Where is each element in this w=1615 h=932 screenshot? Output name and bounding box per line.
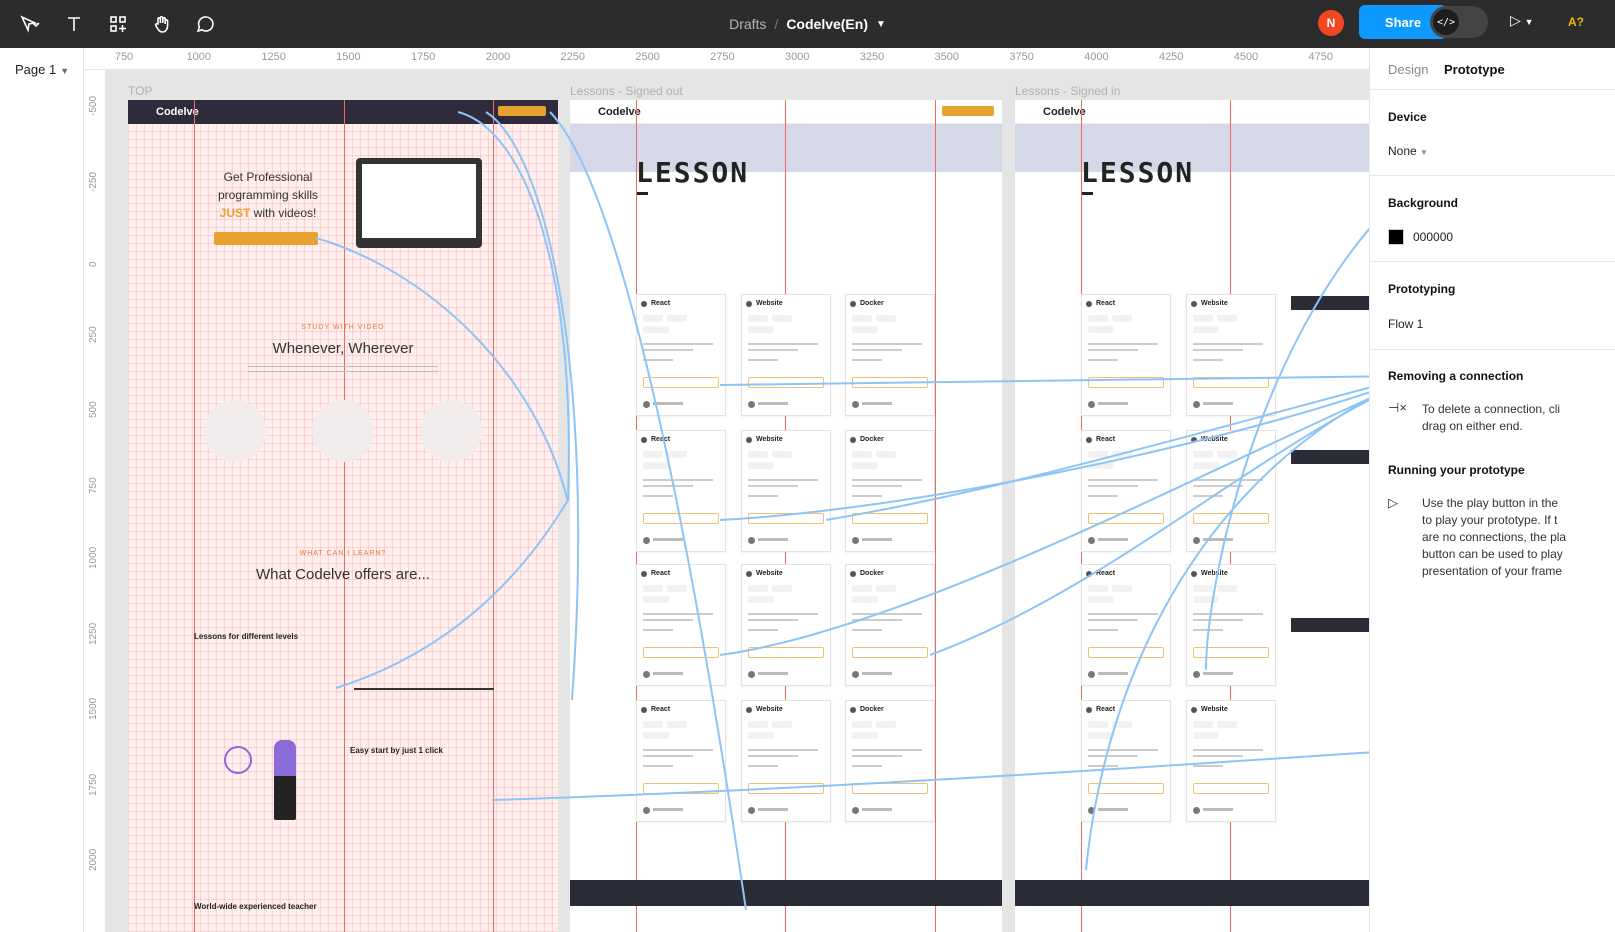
flow-item[interactable]: Flow 1 — [1388, 317, 1423, 331]
chevron-down-icon[interactable]: ▼ — [876, 19, 886, 30]
chevron-down-icon: ▼ — [1420, 148, 1428, 157]
breadcrumb-drafts[interactable]: Drafts — [729, 16, 766, 32]
ruler-tick: 1500 — [88, 697, 99, 720]
ruler-tick: 250 — [88, 325, 99, 343]
vertical-ruler: -500 -250 0 250 500 750 1000 1250 1500 1750 2000 — [84, 70, 106, 932]
background-title: Background — [1388, 196, 1459, 210]
running-text: Use the play button in the to play your … — [1422, 496, 1567, 578]
play-icon: ▷ — [1388, 495, 1398, 510]
background-swatch[interactable] — [1388, 229, 1404, 245]
ruler-tick: 2000 — [485, 51, 511, 63]
accessibility-icon[interactable]: A? — [1568, 15, 1584, 29]
prototyping-section: Prototyping Flow 1 — [1370, 262, 1615, 350]
ruler-tick: 2750 — [710, 51, 735, 63]
ruler-tick: 500 — [88, 401, 99, 418]
ruler-tick: 3750 — [1009, 51, 1034, 63]
removing-title: Removing a connection — [1388, 369, 1524, 383]
left-panel: Page 1 ▼ — [0, 48, 84, 932]
ruler-tick: 1750 — [88, 773, 99, 796]
chevron-down-icon: ▼ — [60, 66, 70, 76]
ruler-tick: 3500 — [934, 51, 960, 63]
page-label: Page 1 — [15, 62, 57, 77]
ruler-tick: 4750 — [1308, 51, 1334, 63]
ruler-tick: 750 — [114, 51, 134, 63]
comment-tool-icon[interactable] — [184, 0, 228, 48]
ruler-tick: 1500 — [336, 51, 361, 63]
horizontal-ruler: 750 1000 1250 1500 1750 2000 2250 2500 2750 3000 3… — [84, 48, 1410, 70]
ruler-tick: -500 — [88, 95, 99, 116]
ruler-tick: 4250 — [1158, 51, 1184, 63]
ruler-tick: 1000 — [186, 51, 212, 63]
ruler-tick: 0 — [88, 261, 99, 267]
present-play-icon[interactable]: ▷ ▼ — [1510, 12, 1534, 29]
ruler-tick: 1000 — [88, 546, 99, 569]
background-hex-input[interactable]: 000000 — [1413, 230, 1453, 244]
move-tool-icon[interactable] — [8, 0, 52, 48]
dev-mode-toggle[interactable]: </> — [1430, 6, 1488, 38]
components-tool-icon[interactable] — [96, 0, 140, 48]
code-icon: </> — [1433, 9, 1459, 35]
ruler-tick: 2250 — [560, 51, 586, 63]
ruler-tick: 3250 — [859, 51, 885, 63]
ruler-tick: 2500 — [635, 51, 660, 63]
device-title: Device — [1388, 110, 1427, 124]
top-toolbar: Drafts / Codelve(En) ▼ N Share </> ▷ ▼ A… — [0, 0, 1615, 48]
canvas[interactable]: TOP Codelve Get Professional programming… — [106, 70, 1410, 932]
page-selector[interactable]: Page 1 ▼ — [15, 62, 69, 77]
prototype-connections — [315, 111, 1407, 911]
ruler-tick: 1250 — [261, 51, 286, 63]
disconnect-icon: ⊣× — [1388, 400, 1407, 415]
ruler-tick: 4000 — [1084, 51, 1109, 63]
ruler-tick: 3000 — [784, 51, 810, 63]
ruler-tick: 2000 — [88, 848, 99, 871]
ruler-tick: 1750 — [410, 51, 436, 63]
tab-prototype[interactable]: Prototype — [1444, 62, 1505, 77]
breadcrumb-separator: / — [774, 16, 779, 32]
running-title: Running your prototype — [1388, 463, 1525, 477]
right-panel: Design Prototype Device None ▼ Backgroun… — [1369, 48, 1615, 932]
ruler-tick: -250 — [88, 171, 99, 192]
text-tool-icon[interactable] — [52, 0, 96, 48]
device-select[interactable]: None ▼ — [1388, 144, 1428, 158]
prototyping-title: Prototyping — [1388, 282, 1456, 296]
hand-tool-icon[interactable] — [140, 0, 184, 48]
panel-tabs: Design Prototype — [1370, 48, 1615, 90]
file-name[interactable]: Codelve(En) — [786, 16, 868, 32]
tab-design[interactable]: Design — [1388, 62, 1428, 77]
ruler-tick: 4500 — [1233, 51, 1259, 63]
removing-text: To delete a connection, cli drag on eith… — [1422, 402, 1561, 433]
avatar[interactable]: N — [1318, 10, 1344, 36]
background-section: Background 000000 — [1370, 176, 1615, 262]
device-section: Device None ▼ — [1370, 90, 1615, 176]
ruler-tick: 750 — [88, 476, 99, 494]
ruler-tick: 1250 — [88, 622, 99, 645]
